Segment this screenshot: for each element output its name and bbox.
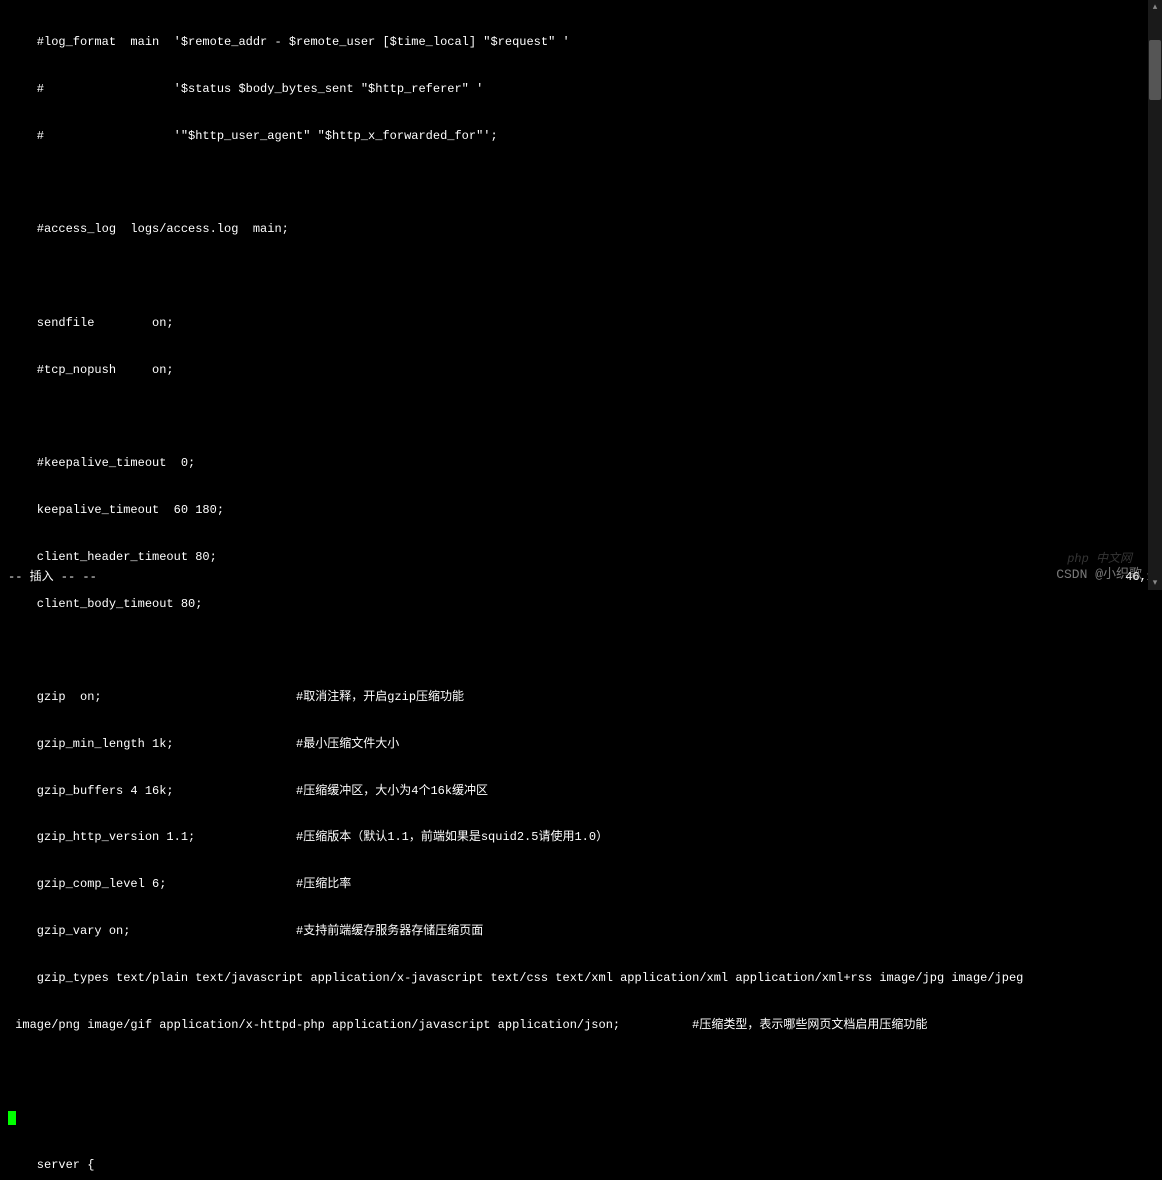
code-line — [8, 643, 1154, 659]
code-line: gzip_vary on; #支持前端缓存服务器存储压缩页面 — [8, 924, 1154, 940]
code-line: gzip on; #取消注释，开启gzip压缩功能 — [8, 690, 1154, 706]
cursor-icon — [8, 1111, 16, 1125]
terminal-editor[interactable]: #log_format main '$remote_addr - $remote… — [0, 0, 1162, 1180]
code-line: client_header_timeout 80; — [8, 550, 1154, 566]
code-line: gzip_types text/plain text/javascript ap… — [8, 971, 1154, 987]
code-line: gzip_http_version 1.1; #压缩版本（默认1.1，前端如果是… — [8, 830, 1154, 846]
code-line — [8, 176, 1154, 192]
scroll-down-icon[interactable]: ▾ — [1150, 578, 1160, 588]
code-line: sendfile on; — [8, 316, 1154, 332]
code-line: client_body_timeout 80; — [8, 597, 1154, 613]
code-line — [8, 1064, 1154, 1080]
code-line: # '$status $body_bytes_sent "$http_refer… — [8, 82, 1154, 98]
code-line: keepalive_timeout 60 180; — [8, 503, 1154, 519]
status-bar: -- 插入 -- -- 46,1 — [0, 570, 1162, 586]
code-line: server { — [8, 1158, 1154, 1174]
code-line: image/png image/gif application/x-httpd-… — [8, 1018, 1154, 1034]
cursor-line — [8, 1111, 1154, 1127]
code-line: gzip_comp_level 6; #压缩比率 — [8, 877, 1154, 893]
scroll-up-icon[interactable]: ▴ — [1150, 2, 1160, 12]
code-line — [8, 269, 1154, 285]
code-line — [8, 409, 1154, 425]
code-line: gzip_buffers 4 16k; #压缩缓冲区，大小为4个16k缓冲区 — [8, 784, 1154, 800]
code-line: #tcp_nopush on; — [8, 363, 1154, 379]
editor-mode: -- 插入 -- -- — [8, 570, 97, 586]
code-line: # '"$http_user_agent" "$http_x_forwarded… — [8, 129, 1154, 145]
code-line: #access_log logs/access.log main; — [8, 222, 1154, 238]
code-line: #log_format main '$remote_addr - $remote… — [8, 35, 1154, 51]
code-line: #keepalive_timeout 0; — [8, 456, 1154, 472]
vertical-scrollbar[interactable]: ▴ ▾ — [1148, 0, 1162, 590]
scrollbar-thumb[interactable] — [1149, 40, 1161, 100]
code-line: gzip_min_length 1k; #最小压缩文件大小 — [8, 737, 1154, 753]
